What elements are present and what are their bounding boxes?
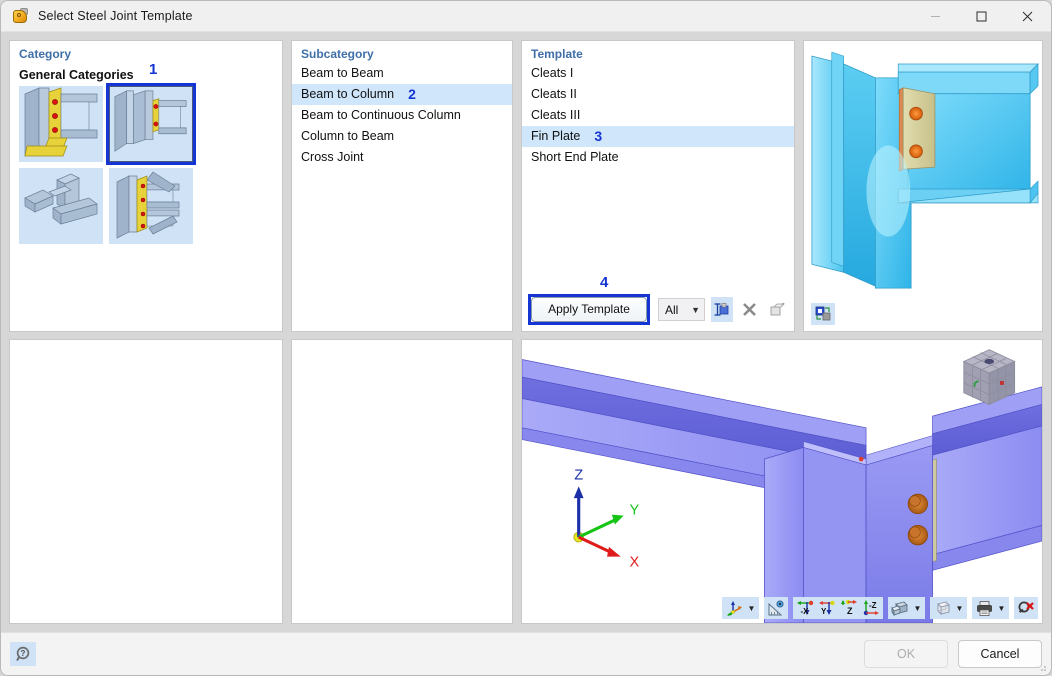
template-item-label: Fin Plate <box>531 129 581 143</box>
view-minus-z-icon[interactable]: -Z <box>860 597 882 619</box>
properties-panel-middle <box>291 339 513 624</box>
subcategory-item-beam-to-beam[interactable]: Beam to Beam <box>292 63 512 84</box>
template-item-short-end-plate[interactable]: Short End Plate <box>522 147 794 168</box>
measure-group <box>764 597 788 619</box>
steel-joint-icon <box>12 7 29 25</box>
annotation-3: 3 <box>594 128 603 144</box>
wireframe-caret-icon[interactable]: ▼ <box>953 597 966 619</box>
subcategory-item-cross-joint[interactable]: Cross Joint <box>292 147 512 168</box>
annotation-1: 1 <box>149 61 158 78</box>
category-title: Category <box>19 47 72 61</box>
view-y-icon[interactable]: Y <box>816 597 838 619</box>
subcategory-item-beam-to-continuous-column[interactable]: Beam to Continuous Column <box>292 105 512 126</box>
dialog-footer: ? OK Cancel <box>1 632 1051 675</box>
view-cube <box>962 349 1016 406</box>
view-minus-x-icon[interactable]: -X <box>794 597 816 619</box>
measure-icon[interactable] <box>765 597 787 619</box>
apply-template-highlight: Apply Template <box>528 294 650 325</box>
joint-model-viewport[interactable]: Z Y X ▼ -X Y Z -Z ▼ ▼ ▼ <box>521 339 1043 624</box>
view-z-icon[interactable]: Z <box>838 597 860 619</box>
joint-preview-3d[interactable] <box>804 41 1042 331</box>
orientation-group: ▼ <box>722 597 759 619</box>
template-title: Template <box>531 47 583 61</box>
subcategory-item-beam-to-column[interactable]: Beam to Column 2 <box>292 84 512 105</box>
subcategory-item-label: Beam to Column <box>301 87 395 101</box>
viewport-toolbar: ▼ -X Y Z -Z ▼ ▼ ▼ <box>722 597 1038 619</box>
render-mode-caret-icon[interactable]: ▼ <box>911 597 924 619</box>
resize-grip[interactable] <box>1037 662 1047 672</box>
svg-text:Z: Z <box>574 468 583 484</box>
dialog-window: Select Steel Joint Template Category Gen… <box>0 0 1052 676</box>
subcategory-panel: Subcategory Beam to Beam Beam to Column 2… <box>291 40 513 332</box>
top-row: Category General Categories 1 Subcategor… <box>9 40 1043 332</box>
export-preview-icon[interactable] <box>811 303 835 325</box>
ok-button[interactable]: OK <box>864 640 948 668</box>
subcategory-list[interactable]: Beam to Beam Beam to Column 2 Beam to Con… <box>292 63 512 168</box>
svg-text:?: ? <box>20 649 25 658</box>
print-group: ▼ <box>972 597 1009 619</box>
template-item-cleats-iii[interactable]: Cleats III <box>522 105 794 126</box>
help-icon[interactable]: ? <box>10 642 36 666</box>
annotation-4: 4 <box>600 274 609 291</box>
edit-template-icon <box>766 297 788 322</box>
template-panel: Template Cleats I Cleats II Cleats III F… <box>521 40 795 332</box>
bottom-row: Z Y X ▼ -X Y Z -Z ▼ ▼ ▼ <box>9 339 1043 624</box>
category-group-label: General Categories <box>19 68 134 82</box>
dialog-body: Category General Categories 1 Subcategor… <box>1 32 1051 632</box>
svg-text:Z: Z <box>847 606 853 616</box>
svg-text:Y: Y <box>630 503 640 519</box>
template-item-cleats-i[interactable]: Cleats I <box>522 63 794 84</box>
reset-zoom-icon[interactable] <box>1015 597 1037 619</box>
delete-template-icon[interactable] <box>739 297 761 322</box>
category-thumb-beam-to-column-fin-plate[interactable] <box>106 83 196 165</box>
close-button[interactable] <box>1004 1 1050 32</box>
category-thumb-moment-end-plate[interactable] <box>19 86 103 162</box>
window-controls <box>912 1 1051 31</box>
template-item-cleats-ii[interactable]: Cleats II <box>522 84 794 105</box>
window-title: Select Steel Joint Template <box>38 9 193 23</box>
wireframe-icon[interactable] <box>931 597 953 619</box>
category-thumb-braced-beam-column[interactable] <box>109 168 193 244</box>
template-list[interactable]: Cleats I Cleats II Cleats III Fin Plate 3… <box>522 63 794 168</box>
orientation-caret-icon[interactable]: ▼ <box>745 597 758 619</box>
svg-text:Y: Y <box>821 607 827 616</box>
category-thumb-hollow-section-truss[interactable] <box>19 168 103 244</box>
subcategory-item-column-to-beam[interactable]: Column to Beam <box>292 126 512 147</box>
view-axis-group: -X Y Z -Z <box>793 597 883 619</box>
render-mode-group: ▼ <box>888 597 925 619</box>
svg-text:-Z: -Z <box>869 601 877 610</box>
svg-text:X: X <box>630 554 640 570</box>
title-bar: Select Steel Joint Template <box>1 1 1051 32</box>
properties-panel-left <box>9 339 283 624</box>
maximize-button[interactable] <box>958 1 1004 32</box>
apply-template-button[interactable]: Apply Template <box>531 297 647 322</box>
wireframe-group: ▼ <box>930 597 967 619</box>
reset-zoom-group <box>1014 597 1038 619</box>
minimize-button[interactable] <box>912 1 958 32</box>
print-icon[interactable] <box>973 597 995 619</box>
axis-orientation-icon[interactable] <box>723 597 745 619</box>
joint-preview-panel <box>803 40 1043 332</box>
cancel-button[interactable]: Cancel <box>958 640 1042 668</box>
print-caret-icon[interactable]: ▼ <box>995 597 1008 619</box>
category-panel: Category General Categories 1 <box>9 40 283 332</box>
annotation-2: 2 <box>408 86 416 102</box>
joint-model-3d[interactable]: Z Y X <box>522 340 1042 623</box>
category-thumbnail-grid <box>10 83 282 244</box>
render-mode-icon[interactable] <box>889 597 911 619</box>
template-filter-dropdown[interactable]: All ▼ <box>658 298 705 321</box>
new-template-icon[interactable] <box>711 297 733 322</box>
template-filter-value: All <box>665 302 679 317</box>
template-item-fin-plate[interactable]: Fin Plate 3 <box>522 126 794 147</box>
subcategory-title: Subcategory <box>301 47 374 61</box>
svg-text:-X: -X <box>800 607 809 616</box>
template-toolbar: Apply Template All ▼ <box>522 290 794 331</box>
chevron-down-icon: ▼ <box>691 304 700 315</box>
footer-actions: OK Cancel <box>864 640 1042 668</box>
